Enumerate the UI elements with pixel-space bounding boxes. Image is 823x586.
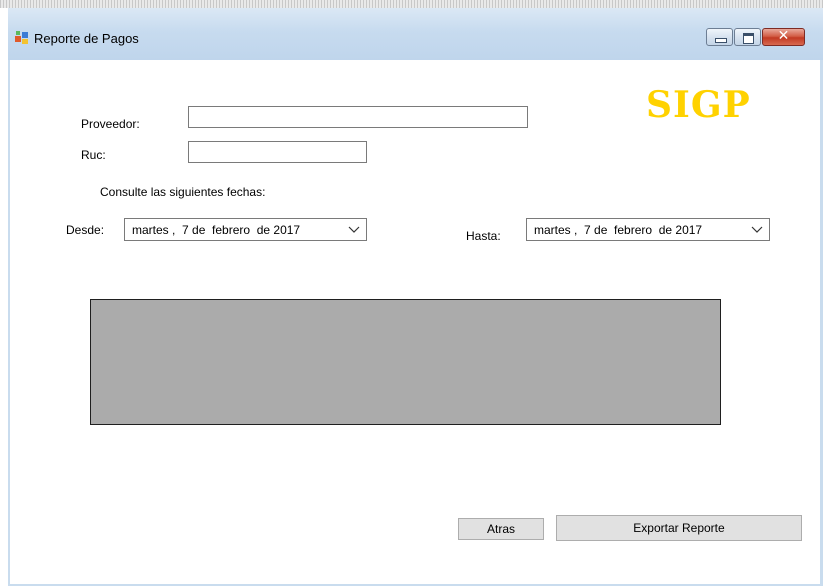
window-title: Reporte de Pagos bbox=[34, 31, 139, 46]
form-client-area: Proveedor: Ruc: SIGP Consulte las siguie… bbox=[10, 60, 820, 584]
ruc-input[interactable] bbox=[188, 141, 367, 163]
hasta-label: Hasta: bbox=[466, 229, 501, 243]
instructions-text: Consulte las siguientes fechas: bbox=[100, 185, 266, 199]
desde-label: Desde: bbox=[66, 223, 105, 237]
maximize-icon bbox=[743, 33, 754, 44]
exportar-reporte-button[interactable]: Exportar Reporte bbox=[556, 515, 802, 541]
chevron-down-icon[interactable] bbox=[751, 223, 763, 235]
close-icon: ✕ bbox=[777, 28, 790, 44]
hasta-date-value: martes , 7 de febrero de 2017 bbox=[534, 223, 703, 237]
sigp-logo: SIGP bbox=[646, 84, 751, 126]
maximize-button[interactable] bbox=[734, 28, 761, 46]
hasta-date-picker[interactable]: martes , 7 de febrero de 2017 bbox=[526, 218, 770, 241]
minimize-button[interactable] bbox=[706, 28, 733, 46]
desde-date-value: martes , 7 de febrero de 2017 bbox=[132, 223, 301, 237]
atras-button[interactable]: Atras bbox=[458, 518, 544, 540]
close-button[interactable]: ✕ bbox=[762, 28, 805, 46]
proveedor-label: Proveedor: bbox=[81, 117, 140, 131]
chevron-down-icon[interactable] bbox=[348, 223, 360, 235]
report-window: Reporte de Pagos ✕ Proveedor: Ruc: SIGP … bbox=[8, 8, 823, 586]
title-bar[interactable]: Reporte de Pagos ✕ bbox=[8, 8, 823, 60]
report-grid[interactable] bbox=[90, 299, 721, 425]
minimize-icon bbox=[715, 38, 727, 43]
desktop-edge bbox=[0, 0, 823, 8]
ruc-label: Ruc: bbox=[81, 148, 106, 162]
proveedor-input[interactable] bbox=[188, 106, 528, 128]
form-window-icon bbox=[15, 31, 28, 44]
desde-date-picker[interactable]: martes , 7 de febrero de 2017 bbox=[124, 218, 367, 241]
